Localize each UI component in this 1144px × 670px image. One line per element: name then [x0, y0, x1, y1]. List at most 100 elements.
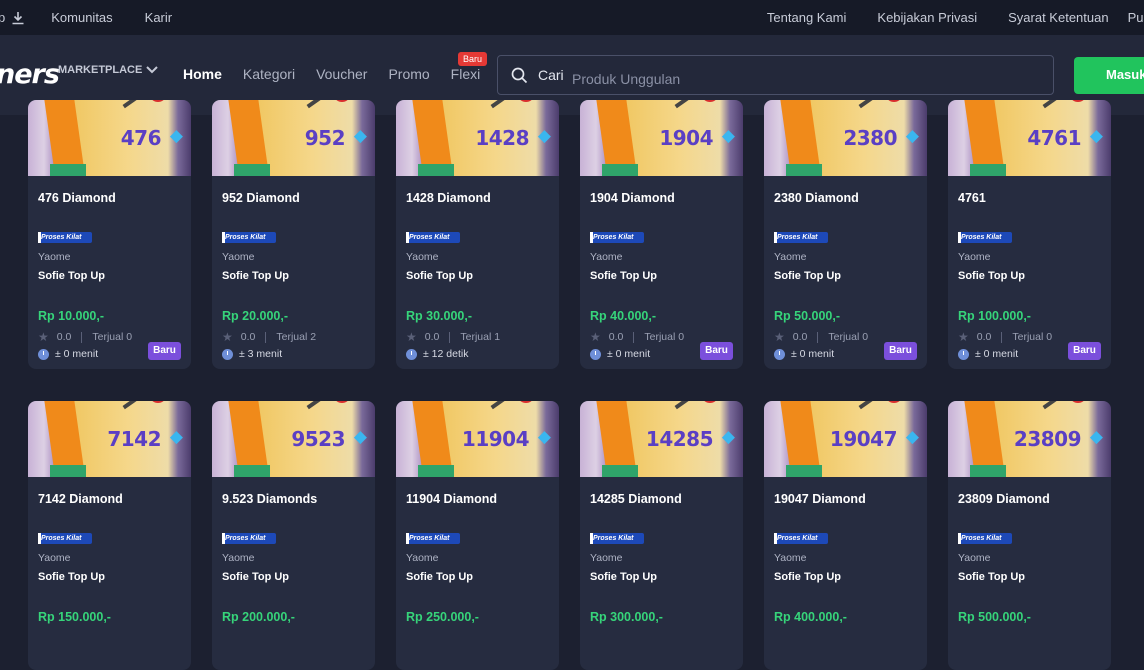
seller-name[interactable]: Sofie Top Up — [774, 270, 841, 282]
proses-kilat-badge: Proses Kilat — [406, 533, 460, 544]
product-type: Yaome — [590, 251, 623, 263]
proses-kilat-badge: Proses Kilat — [38, 232, 92, 243]
seller-name[interactable]: Sofie Top Up — [590, 270, 657, 282]
search-placeholder: Produk Unggulan — [572, 71, 681, 87]
product-price: Rp 400.000,- — [774, 610, 847, 624]
syarat-ketentuan-link[interactable]: Syarat Ketentuan — [1008, 10, 1108, 25]
product-price: Rp 300.000,- — [590, 610, 663, 624]
product-card[interactable]: 14285 ◆ 14285 Diamond Proses Kilat Yaome… — [580, 401, 743, 670]
product-type: Yaome — [774, 552, 807, 564]
product-price: Rp 200.000,- — [222, 610, 295, 624]
product-card[interactable]: 11904 ◆ 11904 Diamond Proses Kilat Yaome… — [396, 401, 559, 670]
kebijakan-privasi-link[interactable]: Kebijakan Privasi — [877, 10, 977, 25]
top-left-links: p Komunitas Karir — [0, 10, 172, 25]
seller-name[interactable]: Sofie Top Up — [958, 270, 1025, 282]
product-price: Rp 250.000,- — [406, 610, 479, 624]
product-title[interactable]: 952 Diamond — [222, 191, 300, 205]
product-card[interactable]: 19047 ◆ 19047 Diamond Proses Kilat Yaome… — [764, 401, 927, 670]
thumbnail-amount: 7142 — [107, 427, 161, 451]
seller-name[interactable]: Sofie Top Up — [38, 270, 105, 282]
product-title[interactable]: 11904 Diamond — [406, 492, 497, 506]
thumbnail-tab — [786, 164, 822, 176]
seller-name[interactable]: Sofie Top Up — [222, 270, 289, 282]
delivery-time-value: ± 3 menit — [239, 348, 283, 360]
product-price: Rp 10.000,- — [38, 309, 105, 323]
product-card[interactable]: 952 ◆ 952 Diamond Proses Kilat Yaome Sof… — [212, 100, 375, 369]
star-icon: ★ — [406, 330, 417, 344]
divider — [817, 331, 819, 343]
product-type: Yaome — [958, 251, 991, 263]
diamond-icon: ◆ — [1089, 126, 1103, 145]
star-icon: ★ — [774, 330, 785, 344]
product-card[interactable]: 9523 ◆ 9.523 Diamonds Proses Kilat Yaome… — [212, 401, 375, 670]
product-thumbnail: 7142 ◆ — [28, 401, 191, 477]
thumbnail-amount: 2380 — [843, 126, 897, 150]
product-title[interactable]: 19047 Diamond — [774, 492, 866, 506]
product-title[interactable]: 1428 Diamond — [406, 191, 491, 205]
seller-name[interactable]: Sofie Top Up — [38, 571, 105, 583]
diamond-icon: ◆ — [1089, 427, 1103, 446]
product-card[interactable]: 4761 ◆ 4761 Proses Kilat Yaome Sofie Top… — [948, 100, 1111, 369]
nav-home[interactable]: Home — [183, 66, 222, 82]
product-type: Yaome — [38, 251, 71, 263]
diamond-icon: ◆ — [721, 126, 735, 145]
nav-kategori[interactable]: Kategori — [243, 66, 295, 82]
delivery-time-value: ± 0 menit — [55, 348, 99, 360]
product-thumbnail: 1428 ◆ — [396, 100, 559, 176]
product-card[interactable]: 2380 ◆ 2380 Diamond Proses Kilat Yaome S… — [764, 100, 927, 369]
thumbnail-ribbon — [887, 401, 901, 403]
seller-name[interactable]: Sofie Top Up — [406, 571, 473, 583]
sold-count: Terjual 0 — [92, 331, 133, 343]
thumbnail-ribbon — [151, 401, 165, 403]
product-title[interactable]: 14285 Diamond — [590, 492, 682, 506]
product-title[interactable]: 9.523 Diamonds — [222, 492, 317, 506]
thumbnail-rod — [674, 401, 702, 410]
komunitas-link[interactable]: Komunitas — [51, 10, 112, 25]
product-card[interactable]: 1428 ◆ 1428 Diamond Proses Kilat Yaome S… — [396, 100, 559, 369]
seller-name[interactable]: Sofie Top Up — [774, 571, 841, 583]
divider — [265, 331, 267, 343]
product-card[interactable]: 1904 ◆ 1904 Diamond Proses Kilat Yaome S… — [580, 100, 743, 369]
karir-link[interactable]: Karir — [145, 10, 172, 25]
product-title[interactable]: 2380 Diamond — [774, 191, 859, 205]
product-card[interactable]: 23809 ◆ 23809 Diamond Proses Kilat Yaome… — [948, 401, 1111, 670]
product-price: Rp 50.000,- — [774, 309, 841, 323]
delivery-time: ± 0 menit — [590, 348, 650, 360]
rating-row: ★ 0.0 Terjual 1 — [406, 330, 500, 344]
nav-promo[interactable]: Promo — [388, 66, 429, 82]
product-type: Yaome — [774, 251, 807, 263]
download-app-link[interactable]: p — [0, 10, 25, 25]
product-title[interactable]: 4761 — [958, 191, 986, 205]
product-card[interactable]: 476 ◆ 476 Diamond Proses Kilat Yaome Sof… — [28, 100, 191, 369]
login-button[interactable]: Masuk — [1074, 57, 1144, 94]
thumbnail-tab — [970, 465, 1006, 477]
divider — [1001, 331, 1003, 343]
seller-name[interactable]: Sofie Top Up — [222, 571, 289, 583]
rating-row: ★ 0.0 Terjual 0 — [590, 330, 684, 344]
search-bar[interactable]: Cari Produk Unggulan — [497, 55, 1054, 95]
product-title[interactable]: 1904 Diamond — [590, 191, 675, 205]
product-title[interactable]: 7142 Diamond — [38, 492, 123, 506]
thumbnail-tab — [418, 164, 454, 176]
sold-count: Terjual 1 — [460, 331, 501, 343]
pusat-bantuan-link[interactable]: Pus — [1128, 10, 1144, 25]
product-title[interactable]: 476 Diamond — [38, 191, 116, 205]
tentang-kami-link[interactable]: Tentang Kami — [767, 10, 847, 25]
proses-kilat-badge: Proses Kilat — [590, 533, 644, 544]
seller-name[interactable]: Sofie Top Up — [406, 270, 473, 282]
product-price: Rp 150.000,- — [38, 610, 111, 624]
diamond-icon: ◆ — [905, 427, 919, 446]
nav-voucher[interactable]: Voucher — [316, 66, 367, 82]
thumbnail-amount: 23809 — [1013, 427, 1082, 451]
site-logo[interactable]: ners — [0, 59, 60, 90]
nav-flexi[interactable]: Flexi — [451, 66, 481, 82]
seller-name[interactable]: Sofie Top Up — [958, 571, 1025, 583]
thumbnail-ribbon — [335, 401, 349, 403]
product-title[interactable]: 23809 Diamond — [958, 492, 1050, 506]
product-price: Rp 20.000,- — [222, 309, 289, 323]
product-card[interactable]: 7142 ◆ 7142 Diamond Proses Kilat Yaome S… — [28, 401, 191, 670]
proses-kilat-badge: Proses Kilat — [222, 232, 276, 243]
thumbnail-ribbon — [703, 100, 717, 102]
seller-name[interactable]: Sofie Top Up — [590, 571, 657, 583]
marketplace-dropdown[interactable]: MARKETPLACE — [58, 64, 159, 76]
